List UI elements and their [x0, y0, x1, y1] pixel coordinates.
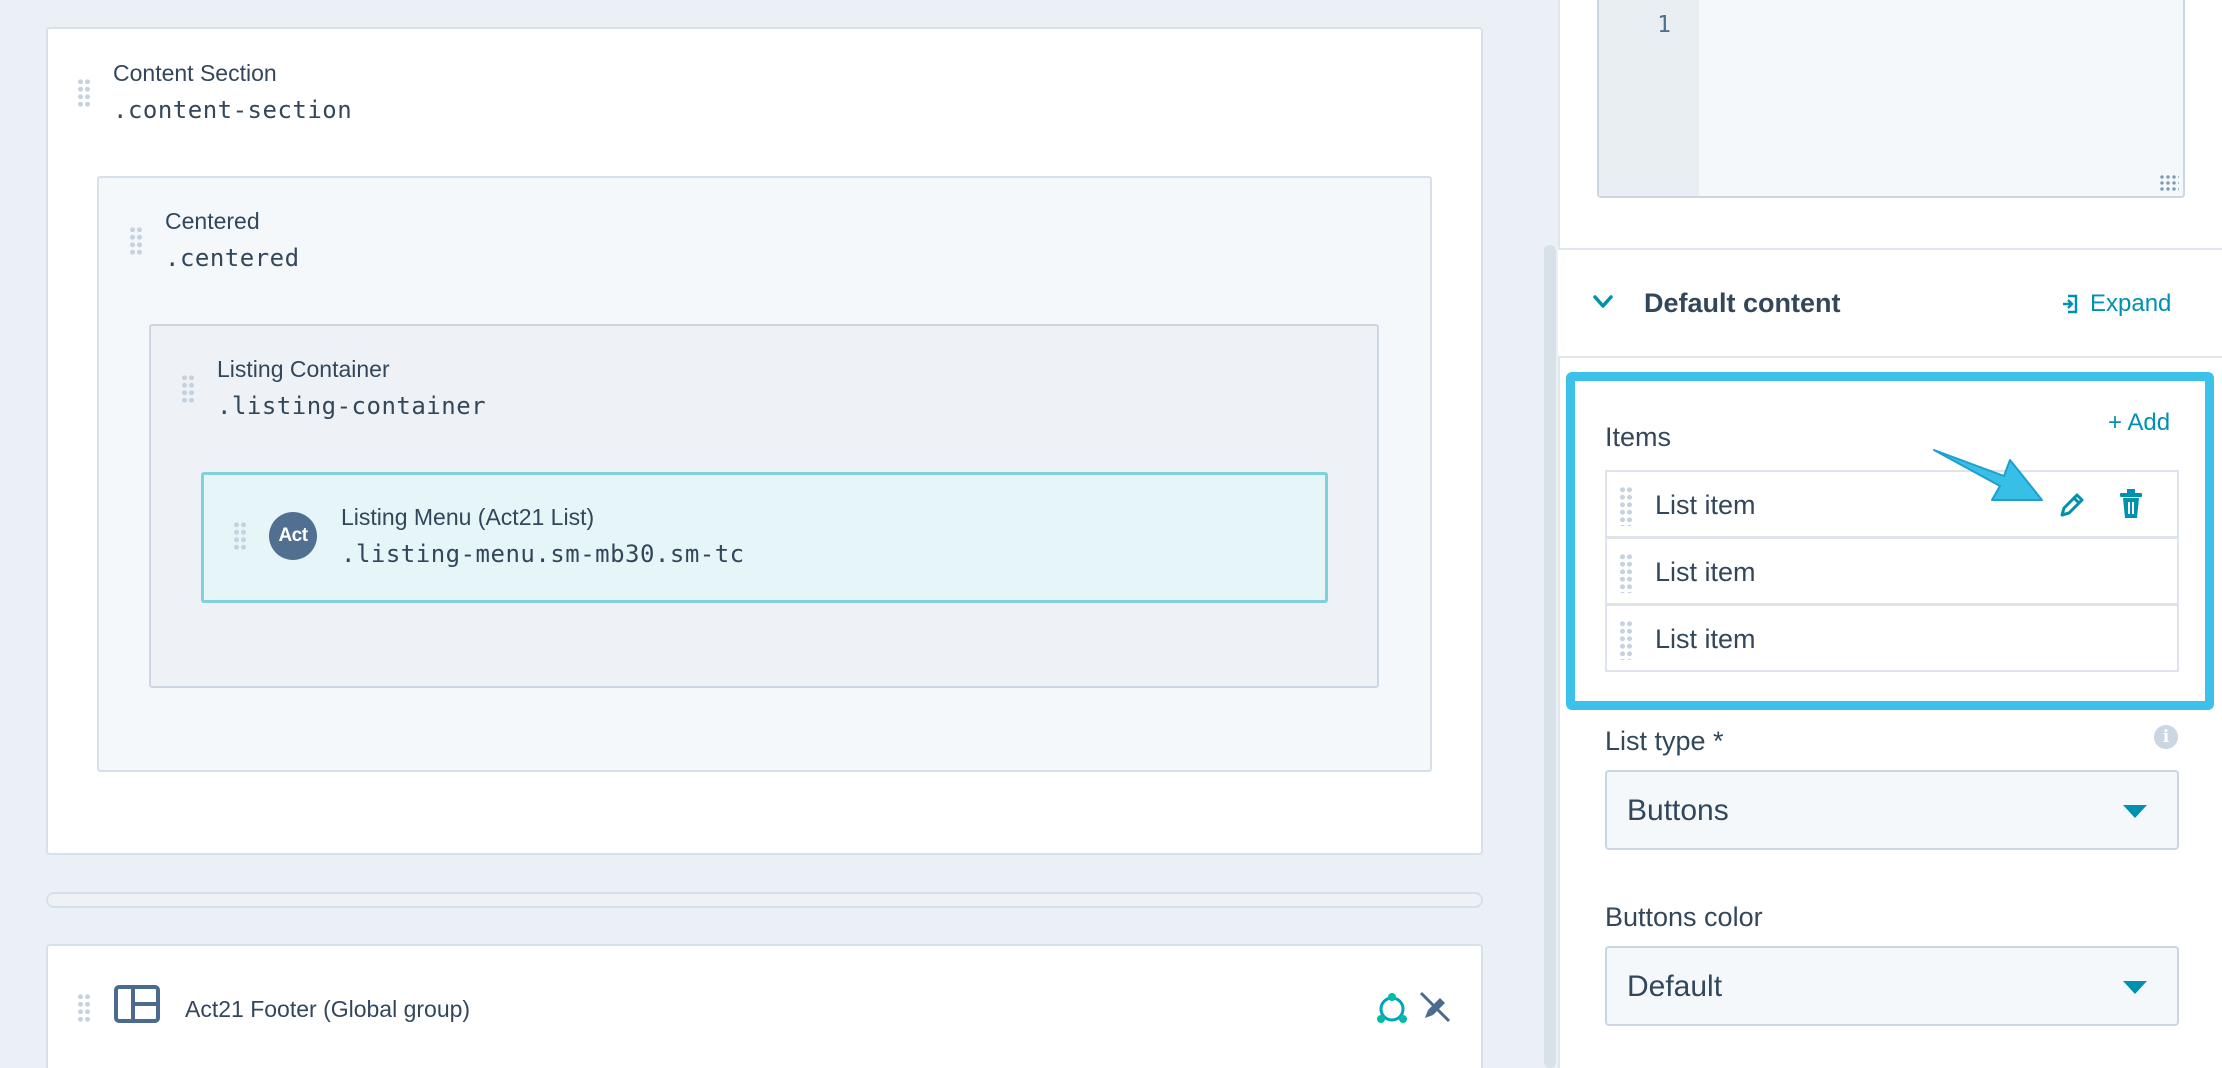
list-type-value: Buttons — [1627, 794, 1729, 827]
detach-icon[interactable] — [1418, 990, 1452, 1024]
list-item-label: List item — [1655, 624, 1756, 654]
list-item-label: List item — [1655, 557, 1756, 587]
footer-title: Act21 Footer (Global group) — [185, 996, 471, 1022]
code-gutter: 1 — [1599, 0, 1699, 196]
layout-icon — [114, 985, 160, 1023]
list-type-select[interactable]: Buttons — [1605, 770, 2179, 850]
expand-icon — [2063, 294, 2078, 314]
listing-menu-class: .listing-menu.sm-mb30.sm-tc — [341, 540, 745, 568]
drag-handle-icon[interactable] — [129, 226, 143, 256]
buttons-color-select[interactable]: Default — [1605, 946, 2179, 1026]
default-content-header[interactable]: Default content Expand — [1558, 248, 2222, 358]
pointer-arrow-icon — [1932, 444, 2052, 508]
list-item-label: List item — [1655, 490, 1756, 520]
listing-menu-module[interactable] — [201, 472, 1328, 603]
drag-handle-icon[interactable] — [181, 374, 195, 404]
caret-down-icon — [2123, 805, 2147, 818]
centered-title: Centered — [165, 208, 260, 234]
module-avatar: Act — [269, 512, 317, 560]
list-item[interactable]: List item — [1605, 604, 2179, 672]
line-number: 1 — [1657, 12, 1671, 38]
code-input[interactable] — [1699, 0, 2183, 196]
content-section-title: Content Section — [113, 60, 277, 86]
scrollbar[interactable] — [1544, 245, 1556, 1068]
expand-label: Expand — [2090, 290, 2172, 317]
global-group-icon — [1376, 991, 1408, 1025]
buttons-color-value: Default — [1627, 970, 1723, 1003]
section-title: Default content — [1644, 288, 1841, 318]
list-item[interactable]: List item — [1605, 470, 2179, 538]
section-divider — [46, 892, 1483, 908]
listing-container-class: .listing-container — [217, 392, 487, 420]
drag-handle-icon[interactable] — [77, 78, 91, 108]
listing-menu-title: Listing Menu (Act21 List) — [341, 504, 595, 530]
expand-button[interactable]: Expand — [2062, 290, 2171, 318]
chevron-down-icon[interactable] — [1592, 294, 1614, 310]
centered-class: .centered — [165, 244, 300, 272]
trash-icon[interactable] — [2119, 488, 2143, 520]
buttons-color-label: Buttons color — [1605, 902, 1763, 932]
drag-handle-icon[interactable] — [233, 521, 247, 551]
info-icon[interactable]: i — [2154, 725, 2178, 749]
drag-handle-icon[interactable] — [1619, 553, 1633, 593]
list-type-label: List type * — [1605, 726, 1724, 756]
listing-container-title: Listing Container — [217, 356, 390, 382]
add-item-button[interactable]: + Add — [2108, 409, 2170, 437]
drag-handle-icon[interactable] — [1619, 486, 1633, 526]
code-editor[interactable]: 1 — [1597, 0, 2185, 198]
resize-handle-icon[interactable] — [2159, 174, 2179, 192]
list-item[interactable]: List item — [1605, 537, 2179, 605]
drag-handle-icon[interactable] — [77, 993, 91, 1023]
items-label: Items — [1605, 422, 1672, 452]
drag-handle-icon[interactable] — [1619, 620, 1633, 660]
pencil-icon[interactable] — [2057, 490, 2087, 520]
caret-down-icon — [2123, 981, 2147, 994]
content-section-class: .content-section — [113, 96, 353, 124]
